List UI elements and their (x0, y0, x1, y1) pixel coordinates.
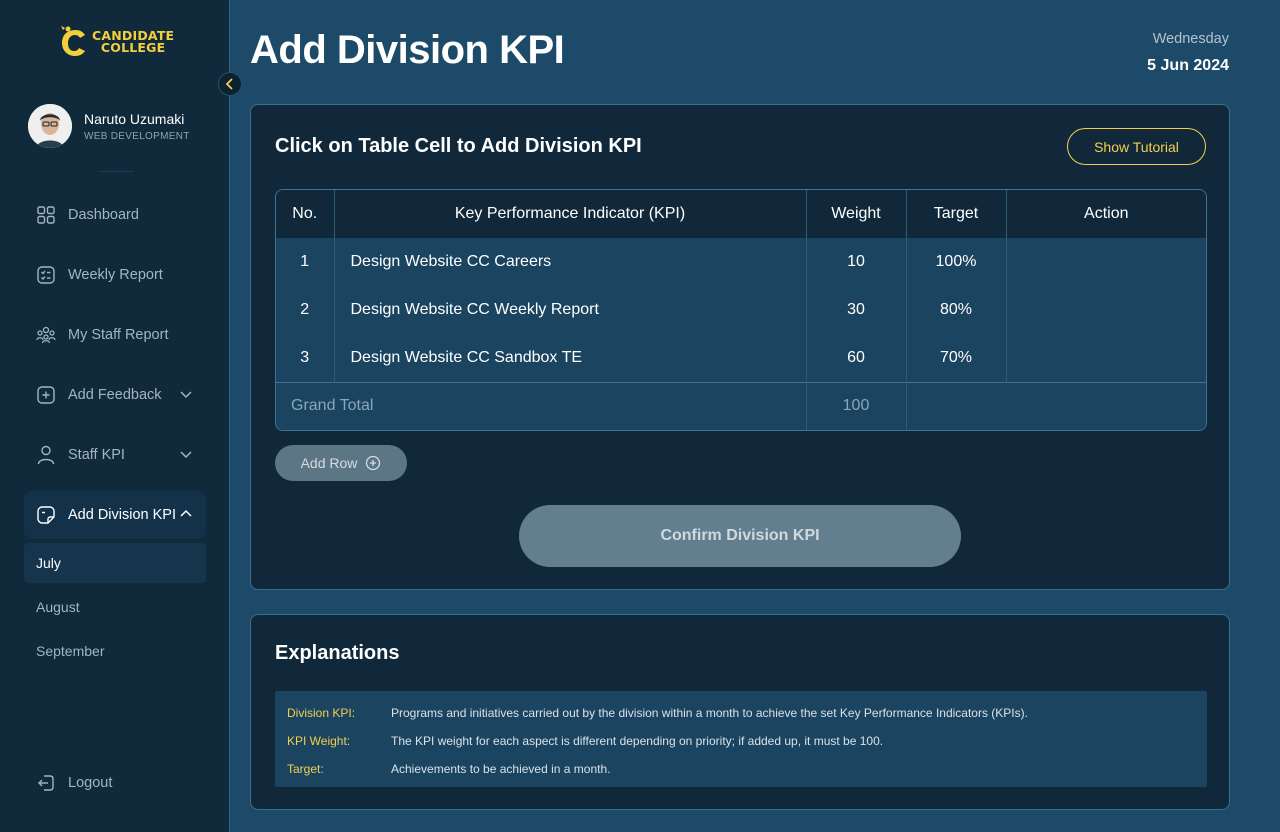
sidebar-item-label: Dashboard (68, 207, 139, 223)
user-icon (36, 445, 56, 465)
cell-target[interactable]: 100% (906, 238, 1007, 286)
user-profile[interactable]: Naruto Uzumaki WEB DEVELOPMENT (28, 104, 190, 148)
chevron-up-icon (180, 509, 192, 517)
confirm-division-kpi-button[interactable]: Confirm Division KPI (519, 505, 961, 567)
show-tutorial-button[interactable]: Show Tutorial (1067, 128, 1206, 165)
explanation-term: Division KPI: (287, 706, 356, 720)
brand-line-2: COLLEGE (100, 40, 166, 55)
grand-total-weight: 100 (806, 381, 907, 430)
col-header-no: No. (276, 190, 335, 238)
add-row-button[interactable]: Add Row (275, 445, 407, 481)
cell-action[interactable] (1006, 286, 1206, 334)
kpi-table: No. Key Performance Indicator (KPI) Weig… (275, 189, 1207, 431)
avatar (28, 104, 72, 148)
brand-logo[interactable]: CANDIDATE COLLEGE (58, 24, 174, 60)
submenu-item-july[interactable]: July (24, 543, 206, 583)
grand-total-label: Grand Total (276, 381, 807, 430)
staff-group-icon (36, 325, 56, 345)
sidebar-item-my-staff-report[interactable]: My Staff Report (24, 311, 206, 359)
explanation-term: KPI Weight: (287, 734, 351, 748)
col-header-action: Action (1006, 190, 1206, 238)
explanation-definition: Achievements to be achieved in a month. (391, 762, 611, 776)
cell-kpi[interactable]: Design Website CC Weekly Report (334, 286, 807, 334)
sidebar-item-label: Add Feedback (68, 387, 162, 403)
grand-total-empty (906, 381, 1206, 430)
explanation-definition: The KPI weight for each aspect is differ… (391, 734, 884, 748)
sidebar-divider (100, 171, 134, 172)
cell-kpi[interactable]: Design Website CC Careers (334, 238, 807, 286)
kpi-card-title: Click on Table Cell to Add Division KPI (275, 135, 642, 157)
grand-total-row: Grand Total 100 (276, 381, 1206, 430)
explanations-list: Division KPI: Programs and initiatives c… (275, 691, 1207, 787)
page-title: Add Division KPI (250, 28, 565, 72)
cell-weight[interactable]: 10 (806, 238, 907, 286)
document-icon (36, 505, 56, 525)
logout-icon (36, 773, 56, 793)
explanations-card: Explanations Division KPI: Programs and … (250, 614, 1230, 810)
cell-target[interactable]: 70% (906, 334, 1007, 382)
col-header-kpi: Key Performance Indicator (KPI) (334, 190, 807, 238)
sidebar-collapse-button[interactable] (218, 72, 242, 96)
cell-action[interactable] (1006, 334, 1206, 382)
table-row: 3 Design Website CC Sandbox TE 60 70% (276, 334, 1206, 382)
submenu-item-august[interactable]: August (24, 587, 206, 627)
cell-target[interactable]: 80% (906, 286, 1007, 334)
dashboard-grid-icon (36, 205, 56, 225)
cell-kpi[interactable]: Design Website CC Sandbox TE (334, 334, 807, 382)
add-row-label: Add Row (300, 455, 358, 471)
cell-action[interactable] (1006, 238, 1206, 286)
sidebar-item-label: My Staff Report (68, 327, 169, 343)
cell-no[interactable]: 3 (276, 334, 335, 382)
sidebar-item-label: Staff KPI (68, 447, 125, 463)
chevron-down-icon (180, 391, 192, 399)
submenu-item-september[interactable]: September (24, 631, 206, 671)
chevron-left-icon (225, 78, 233, 90)
date-day: Wednesday (1152, 31, 1229, 47)
explanation-item: Target: Achievements to be achieved in a… (287, 755, 1195, 783)
logo-mark-icon (61, 26, 85, 56)
plus-circle-icon (366, 455, 381, 471)
sidebar-item-dashboard[interactable]: Dashboard (24, 191, 206, 239)
logout-button[interactable]: Logout (24, 759, 206, 807)
explanation-term: Target: (287, 762, 324, 776)
col-header-target: Target (906, 190, 1007, 238)
checklist-icon (36, 265, 56, 285)
explanation-item: KPI Weight: The KPI weight for each aspe… (287, 727, 1195, 755)
profile-name: Naruto Uzumaki (84, 110, 185, 127)
explanations-title: Explanations (275, 642, 400, 664)
plus-square-icon (36, 385, 56, 405)
sidebar-item-staff-kpi[interactable]: Staff KPI (24, 431, 206, 479)
logout-label: Logout (68, 775, 113, 791)
cell-weight[interactable]: 60 (806, 334, 907, 382)
cell-no[interactable]: 1 (276, 238, 335, 286)
sidebar-item-add-feedback[interactable]: Add Feedback (24, 371, 206, 419)
profile-role: WEB DEVELOPMENT (84, 130, 190, 142)
sidebar-item-label: Add Division KPI (68, 507, 176, 523)
sidebar: CANDIDATE COLLEGE Naruto Uzumaki WEB DEV… (0, 0, 230, 832)
sidebar-item-add-division-kpi[interactable]: Add Division KPI (24, 491, 206, 539)
chevron-down-icon (180, 451, 192, 459)
sidebar-item-label: Weekly Report (68, 267, 163, 283)
table-header-row: No. Key Performance Indicator (KPI) Weig… (276, 190, 1206, 238)
date-display: Wednesday 5 Jun 2024 (1147, 31, 1229, 75)
cell-no[interactable]: 2 (276, 286, 335, 334)
table-row: 1 Design Website CC Careers 10 100% (276, 238, 1206, 286)
col-header-weight: Weight (806, 190, 907, 238)
date-full: 5 Jun 2024 (1147, 57, 1229, 74)
cell-weight[interactable]: 30 (806, 286, 907, 334)
table-row: 2 Design Website CC Weekly Report 30 80% (276, 286, 1206, 334)
brand-name: CANDIDATE COLLEGE (92, 29, 174, 55)
explanation-definition: Programs and initiatives carried out by … (391, 706, 1028, 720)
sidebar-item-weekly-report[interactable]: Weekly Report (24, 251, 206, 299)
kpi-card: Click on Table Cell to Add Division KPI … (250, 104, 1230, 590)
explanation-item: Division KPI: Programs and initiatives c… (287, 699, 1195, 727)
